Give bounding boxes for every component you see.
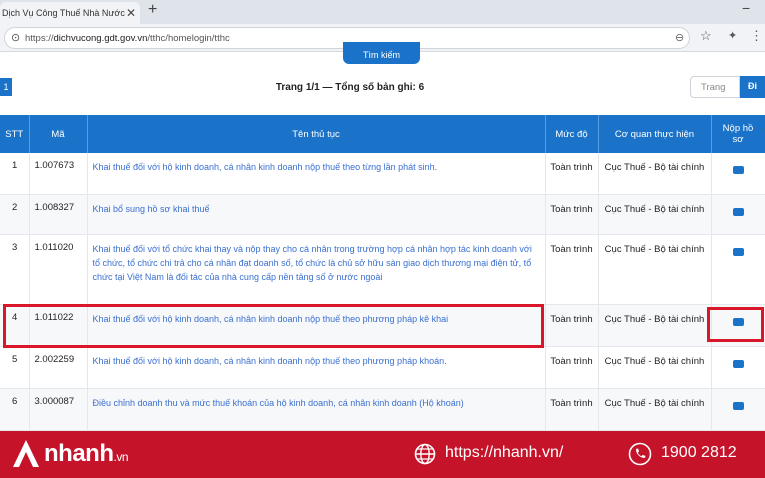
minimize-icon[interactable]: − <box>742 0 750 16</box>
table-row: 3 1.011020 Khai thuế đối với tổ chức kha… <box>0 234 765 305</box>
cell-submit <box>711 194 765 235</box>
cell-submit <box>711 234 765 305</box>
cell-submit <box>711 346 765 389</box>
brand-logo-text: nhanh.vn <box>44 440 129 467</box>
browser-tab[interactable]: Dịch Vụ Công Thuế Nhà Nước ✕ <box>0 2 140 24</box>
procedures-table: STT Mã Tên thủ tục Mức độ Cơ quan thực h… <box>0 115 765 431</box>
cell-agency: Cục Thuế - Bộ tài chính <box>598 194 712 235</box>
header-level: Mức độ <box>545 115 599 153</box>
cell-agency: Cục Thuế - Bộ tài chính <box>598 346 712 389</box>
table-row: 1 1.007673 Khai thuế đối với hộ kinh doa… <box>0 153 765 195</box>
tab-title: Dịch Vụ Công Thuế Nhà Nước <box>2 8 125 18</box>
cell-submit <box>711 388 765 431</box>
header-name: Tên thủ tục <box>87 115 546 153</box>
file-upload-icon[interactable] <box>732 401 744 410</box>
table-row: 6 3.000087 Điều chỉnh doanh thu và mức t… <box>0 388 765 431</box>
cell-agency: Cục Thuế - Bộ tài chính <box>598 304 712 347</box>
cell-level: Toàn trình <box>545 304 599 347</box>
file-upload-icon[interactable] <box>732 359 744 368</box>
cell-level: Toàn trình <box>545 234 599 305</box>
search-button[interactable]: Tìm kiếm <box>343 42 420 64</box>
header-submit: Nộp hồ sơ <box>711 115 765 153</box>
extensions-icon[interactable]: ✦ <box>728 29 737 42</box>
cell-stt: 2 <box>0 194 30 235</box>
cell-level: Toàn trình <box>545 388 599 431</box>
table-header-row: STT Mã Tên thủ tục Mức độ Cơ quan thực h… <box>0 115 765 153</box>
new-tab-icon[interactable]: + <box>148 1 157 19</box>
cell-agency: Cục Thuế - Bộ tài chính <box>598 388 712 431</box>
procedure-link[interactable]: Khai thuế đối với hộ kinh doanh, cá nhân… <box>87 153 546 195</box>
cell-submit <box>711 153 765 195</box>
highlight-submit-box <box>707 307 764 342</box>
procedure-link[interactable]: Điều chỉnh doanh thu và mức thuế khoán c… <box>87 388 546 431</box>
page-input[interactable]: Trang <box>690 76 740 98</box>
nhanh-logo-icon <box>13 440 39 467</box>
footer-banner: nhanh.vn https://nhanh.vn/ 1900 2812 <box>0 431 765 478</box>
file-upload-icon[interactable] <box>732 247 744 256</box>
phone-number[interactable]: 1900 2812 <box>661 444 737 462</box>
file-upload-icon[interactable] <box>732 166 744 174</box>
header-agency: Cơ quan thực hiện <box>598 115 712 153</box>
star-icon[interactable]: ☆ <box>700 28 712 44</box>
globe-icon <box>414 443 436 465</box>
cell-agency: Cục Thuế - Bộ tài chính <box>598 234 712 305</box>
close-tab-icon[interactable]: ✕ <box>126 6 136 20</box>
cell-stt: 1 <box>0 153 30 195</box>
lock-icon[interactable]: ⊙ <box>11 31 20 44</box>
cell-code: 3.000087 <box>29 388 88 431</box>
procedure-link[interactable]: Khai thuế đối với tổ chức khai thay và n… <box>87 234 546 305</box>
file-upload-icon[interactable] <box>732 207 744 216</box>
cell-code: 1.008327 <box>29 194 88 235</box>
website-url[interactable]: https://nhanh.vn/ <box>445 444 563 462</box>
go-button[interactable]: Đi <box>740 76 765 98</box>
cell-code: 1.007673 <box>29 153 88 195</box>
header-stt: STT <box>0 115 30 153</box>
url-text: https://dichvucong.gdt.gov.vn/tthc/homel… <box>25 33 230 44</box>
cell-stt: 6 <box>0 388 30 431</box>
paging-info: Trang 1/1 — Tổng số bản ghi: 6 <box>275 82 425 93</box>
highlight-row-box <box>3 304 544 348</box>
cell-level: Toàn trình <box>545 194 599 235</box>
table-row: 2 1.008327 Khai bổ sung hồ sơ khai thuế … <box>0 194 765 235</box>
header-code: Mã <box>29 115 88 153</box>
cell-stt: 5 <box>0 346 30 389</box>
phone-icon <box>628 442 652 466</box>
cell-level: Toàn trình <box>545 153 599 195</box>
browser-tab-bar: Dịch Vụ Công Thuế Nhà Nước ✕ + − <box>0 0 765 24</box>
procedure-link[interactable]: Khai bổ sung hồ sơ khai thuế <box>87 194 546 235</box>
cell-code: 1.011020 <box>29 234 88 305</box>
menu-icon[interactable]: ⋮ <box>750 28 763 44</box>
procedure-link[interactable]: Khai thuế đối với hộ kinh doanh, cá nhân… <box>87 346 546 389</box>
zoom-icon[interactable]: ⊖ <box>675 31 684 44</box>
cell-code: 2.002259 <box>29 346 88 389</box>
cell-level: Toàn trình <box>545 346 599 389</box>
table-row: 5 2.002259 Khai thuế đối với hộ kinh doa… <box>0 346 765 389</box>
cell-agency: Cục Thuế - Bộ tài chính <box>598 153 712 195</box>
cell-stt: 3 <box>0 234 30 305</box>
